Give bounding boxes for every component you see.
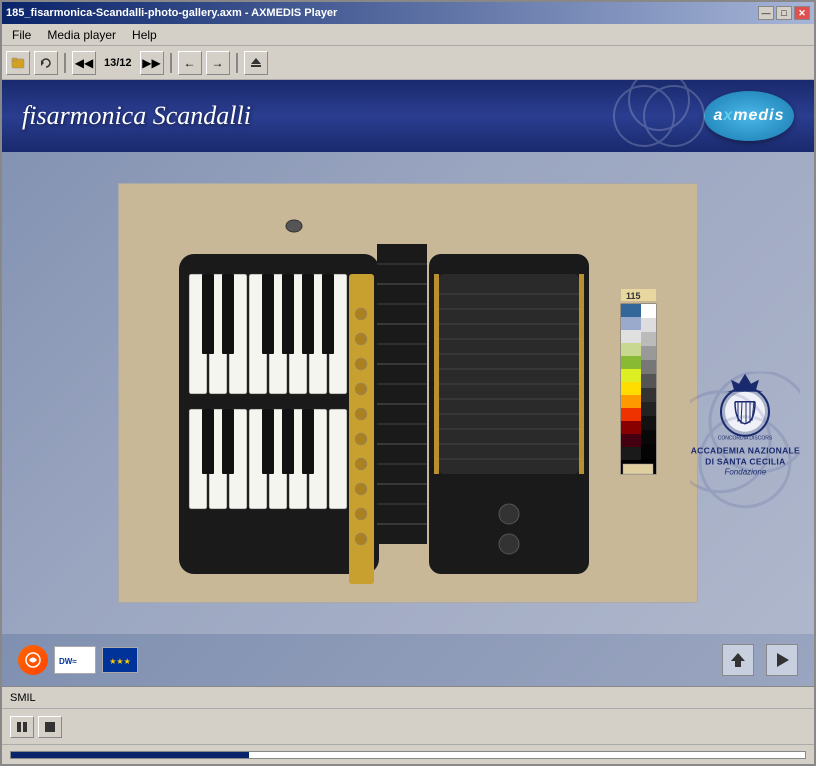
banner-title: fisarmonica Scandalli [22, 101, 251, 131]
partner-logos: DW≈ ★★★ [18, 645, 138, 675]
stop-icon [44, 721, 56, 733]
menu-bar: File Media player Help [2, 24, 814, 46]
window-title: 185_fisarmonica-Scandalli-photo-gallery.… [6, 7, 337, 19]
window-controls: — □ ✕ [758, 6, 810, 20]
svg-text:★★★: ★★★ [109, 657, 131, 666]
play-icon [773, 651, 791, 669]
menu-help[interactable]: Help [126, 26, 163, 44]
toolbar-separator-2 [170, 53, 172, 73]
pause-button[interactable] [10, 716, 34, 738]
logo-2-icon: DW≈ [57, 650, 93, 670]
content-area: fisarmonica Scandalli axmedis [2, 80, 814, 764]
status-label: SMIL [10, 692, 36, 704]
toolbar-separator-3 [236, 53, 238, 73]
logo-text: axmedis [713, 107, 784, 125]
toolbar-separator-1 [64, 53, 66, 73]
pause-icon [16, 721, 28, 733]
status-bar: SMIL [2, 686, 814, 708]
partner-logo-2: DW≈ [54, 646, 96, 674]
menu-media-player[interactable]: Media player [41, 26, 122, 44]
bottom-bar: DW≈ ★★★ [2, 634, 814, 686]
open-button[interactable] [6, 51, 30, 75]
eject-button[interactable] [244, 51, 268, 75]
svg-text:115: 115 [626, 291, 641, 301]
bottom-action-buttons [722, 644, 798, 676]
partner-logo-1 [18, 645, 48, 675]
banner: fisarmonica Scandalli axmedis [2, 80, 814, 152]
photo-container: 115 [2, 152, 814, 634]
menu-file[interactable]: File [6, 26, 37, 44]
accordion-image: 115 [119, 184, 697, 602]
progress-fill [11, 752, 249, 758]
photo-frame: 115 [118, 183, 698, 603]
player-area: fisarmonica Scandalli axmedis [2, 80, 814, 686]
back-nav-button[interactable]: ← [178, 51, 202, 75]
main-window: 185_fisarmonica-Scandalli-photo-gallery.… [0, 0, 816, 766]
page-counter: 13/12 [100, 57, 136, 69]
refresh-button[interactable] [34, 51, 58, 75]
play-action-button[interactable] [766, 644, 798, 676]
upload-icon [729, 651, 747, 669]
accordion-photo: 115 [119, 184, 697, 602]
rings-decoration [604, 80, 724, 152]
title-bar: 185_fisarmonica-Scandalli-photo-gallery.… [2, 2, 814, 24]
upload-button[interactable] [722, 644, 754, 676]
progress-area [2, 744, 814, 764]
toolbar: ◀◀ 13/12 ▶▶ ← → [2, 46, 814, 80]
close-button[interactable]: ✕ [794, 6, 810, 20]
playback-bar [2, 708, 814, 744]
bg-rings [690, 372, 800, 512]
accademia-panel: CONCORDIA DISCORS ACCADEMIA NAZIONALE DI… [691, 372, 800, 478]
maximize-button[interactable]: □ [776, 6, 792, 20]
eu-flag-icon: ★★★ [106, 650, 134, 670]
svg-text:DW≈: DW≈ [59, 657, 77, 666]
prev-button[interactable]: ◀◀ [72, 51, 96, 75]
next-button[interactable]: ▶▶ [140, 51, 164, 75]
eu-flag: ★★★ [102, 647, 138, 673]
stop-button[interactable] [38, 716, 62, 738]
minimize-button[interactable]: — [758, 6, 774, 20]
logo-1-icon [24, 651, 42, 669]
progress-track[interactable] [10, 751, 806, 759]
forward-nav-button[interactable]: → [206, 51, 230, 75]
